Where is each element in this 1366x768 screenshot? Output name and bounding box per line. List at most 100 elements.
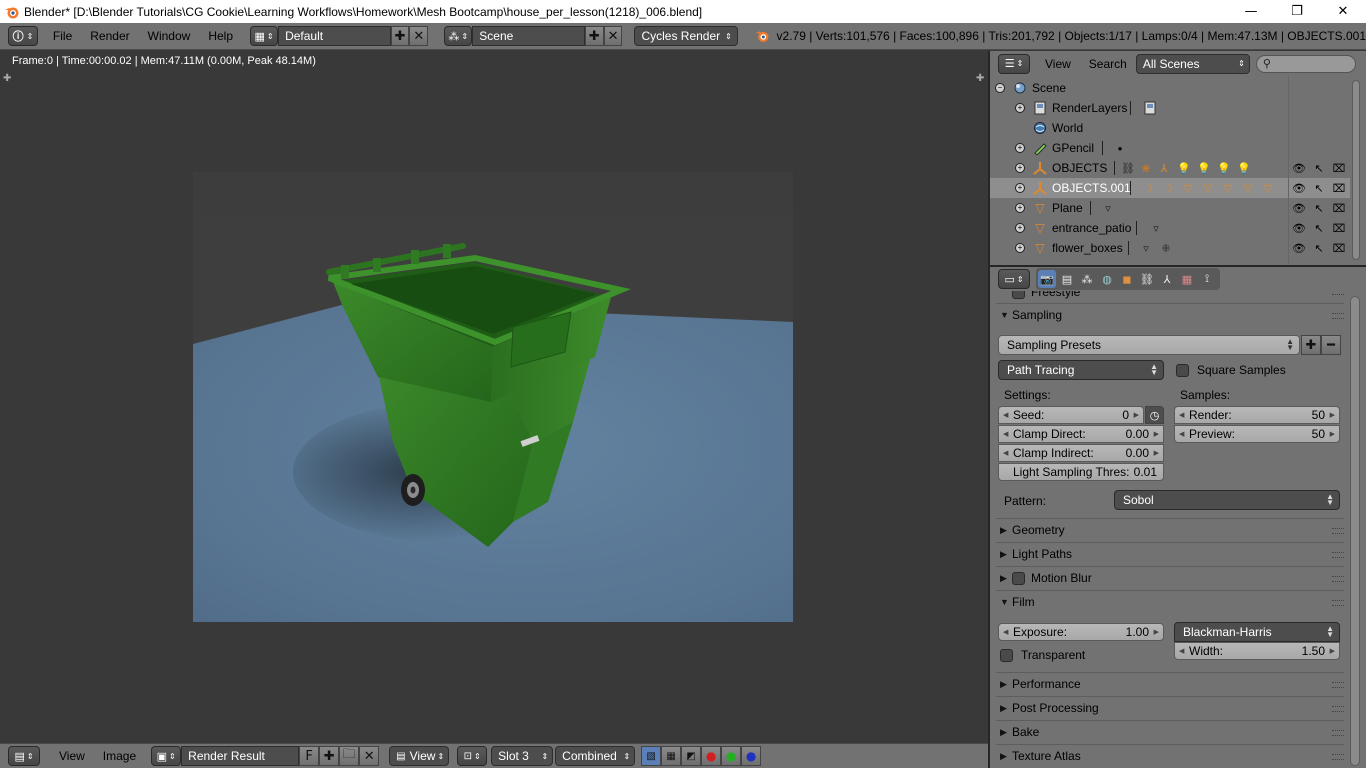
- expand-toggle-icon[interactable]: +: [1015, 143, 1025, 153]
- area-split-corner-icon[interactable]: ✚: [976, 73, 984, 84]
- menu-render[interactable]: Render: [81, 26, 138, 46]
- outliner-item-objects[interactable]: + OBJECTS ⛓ ❀ ⅄ 💡 💡 💡 💡 👁 ↖ ⌧: [990, 158, 1350, 178]
- editor-type-outliner-button[interactable]: ☰ ⇕: [998, 53, 1030, 74]
- decrement-arrow-icon[interactable]: ◀: [1003, 628, 1008, 636]
- panel-post-processing-header[interactable]: ▶ Post Processing: [1000, 698, 1099, 718]
- outliner-scrollbar[interactable]: [1352, 80, 1360, 260]
- render-samples-field[interactable]: ◀ Render: 50 ▶: [1174, 406, 1340, 424]
- increment-arrow-icon[interactable]: ▶: [1330, 647, 1335, 655]
- display-channels-z-button[interactable]: ◩: [681, 746, 702, 766]
- panel-sampling-header[interactable]: ▼ Sampling: [1000, 305, 1062, 325]
- outliner-item-entrance-patio[interactable]: + ▽ entrance_patio ▿ 👁 ↖ ⌧: [990, 218, 1350, 238]
- outliner-item-world[interactable]: World: [990, 118, 1350, 138]
- panel-drag-handle-icon[interactable]: [1332, 528, 1344, 534]
- scene-browse-button[interactable]: ⁂ ⇕: [444, 26, 473, 46]
- clamp-indirect-field[interactable]: ◀ Clamp Indirect: 0.00 ▶: [998, 444, 1164, 462]
- light-sampling-threshold-field[interactable]: Light Sampling Thres: 0.01: [998, 463, 1164, 481]
- freestyle-checkbox[interactable]: [1012, 291, 1025, 299]
- panel-geometry-header[interactable]: ▶ Geometry: [1000, 520, 1065, 540]
- area-split-corner-icon[interactable]: ✚: [3, 73, 11, 84]
- display-channels-alpha-button[interactable]: ▦: [661, 746, 682, 766]
- outliner-item-objects-001[interactable]: + OBJECTS.001 ☽ ☽ ▽ ▽ ▽ ▽ ▽ 👁 ↖ ⌧: [990, 178, 1350, 198]
- selectable-arrow-icon[interactable]: ↖: [1312, 201, 1326, 215]
- square-samples-checkbox[interactable]: [1176, 363, 1189, 377]
- expand-toggle-icon[interactable]: +: [1015, 203, 1025, 213]
- visibility-eye-icon[interactable]: 👁: [1292, 181, 1306, 195]
- properties-scrollbar[interactable]: [1350, 296, 1360, 766]
- delete-scene-button[interactable]: ✕: [603, 26, 623, 46]
- renderable-camera-icon[interactable]: ⌧: [1332, 201, 1346, 215]
- tab-world[interactable]: ◍: [1098, 270, 1116, 288]
- menu-help[interactable]: Help: [199, 26, 242, 46]
- panel-drag-handle-icon[interactable]: [1332, 291, 1344, 295]
- increment-arrow-icon[interactable]: ▶: [1154, 628, 1159, 636]
- clamp-direct-field[interactable]: ◀ Clamp Direct: 0.00 ▶: [998, 425, 1164, 443]
- tab-scene[interactable]: ⁂: [1078, 270, 1096, 288]
- panel-drag-handle-icon[interactable]: [1332, 682, 1344, 688]
- increment-arrow-icon[interactable]: ▶: [1134, 411, 1139, 419]
- decrement-arrow-icon[interactable]: ◀: [1003, 449, 1008, 457]
- editor-type-properties-button[interactable]: ▭ ⇕: [998, 269, 1030, 289]
- tab-texture[interactable]: ▦: [1178, 270, 1196, 288]
- display-channel-green-button[interactable]: ●: [721, 746, 742, 766]
- increment-arrow-icon[interactable]: ▶: [1330, 430, 1335, 438]
- outliner-item-renderlayers[interactable]: + RenderLayers: [990, 98, 1350, 118]
- selectable-arrow-icon[interactable]: ↖: [1312, 161, 1326, 175]
- renderable-camera-icon[interactable]: ⌧: [1332, 181, 1346, 195]
- outliner-item-flower-boxes[interactable]: + ▽ flower_boxes ▿ ⁜ 👁 ↖ ⌧: [990, 238, 1350, 258]
- image-browse-button[interactable]: ▣ ⇕: [151, 746, 182, 766]
- renderable-camera-icon[interactable]: ⌧: [1332, 221, 1346, 235]
- tab-object[interactable]: ◼: [1118, 270, 1136, 288]
- panel-freestyle-header[interactable]: Freestyle: [1000, 291, 1080, 302]
- outliner-item-plane[interactable]: + ▽ Plane ▿ 👁 ↖ ⌧: [990, 198, 1350, 218]
- panel-drag-handle-icon[interactable]: [1332, 600, 1344, 606]
- outliner-menu-search[interactable]: Search: [1080, 54, 1136, 74]
- tab-constraints[interactable]: ⛓: [1138, 270, 1156, 288]
- visibility-eye-icon[interactable]: 👁: [1292, 161, 1306, 175]
- panel-drag-handle-icon[interactable]: [1332, 576, 1344, 582]
- panel-performance-header[interactable]: ▶ Performance: [1000, 674, 1081, 694]
- panel-film-header[interactable]: ▼ Film: [1000, 592, 1035, 612]
- panel-drag-handle-icon[interactable]: [1332, 706, 1344, 712]
- maximize-button[interactable]: ❐: [1274, 0, 1320, 23]
- selectable-arrow-icon[interactable]: ↖: [1312, 241, 1326, 255]
- menu-window[interactable]: Window: [139, 26, 200, 46]
- decrement-arrow-icon[interactable]: ◀: [1179, 411, 1184, 419]
- animated-seed-button[interactable]: ◷: [1145, 406, 1164, 424]
- pivot-point-button[interactable]: ⊡ ⇕: [457, 746, 488, 766]
- menu-view[interactable]: View: [50, 745, 94, 767]
- open-image-button[interactable]: 🗀: [339, 746, 360, 766]
- tab-physics[interactable]: ⟟: [1198, 270, 1216, 288]
- expand-toggle-icon[interactable]: +: [1015, 243, 1025, 253]
- image-editor-viewport[interactable]: Frame:0 | Time:00:00.02 | Mem:47.11M (0.…: [0, 51, 988, 743]
- editor-type-image-button[interactable]: ▤ ⇕: [8, 746, 40, 766]
- tab-render-layers[interactable]: ▤: [1058, 270, 1076, 288]
- scene-field[interactable]: Scene: [472, 26, 585, 46]
- add-screen-button[interactable]: ✚: [390, 26, 410, 46]
- render-pass-dropdown[interactable]: Combined ⇕: [555, 746, 636, 766]
- minimize-button[interactable]: —: [1228, 0, 1274, 23]
- panel-drag-handle-icon[interactable]: [1332, 552, 1344, 558]
- decrement-arrow-icon[interactable]: ◀: [1003, 411, 1008, 419]
- pixel-filter-dropdown[interactable]: Blackman-Harris ▲ ▼: [1174, 622, 1340, 642]
- renderable-camera-icon[interactable]: ⌧: [1332, 161, 1346, 175]
- remove-preset-button[interactable]: ━: [1321, 335, 1341, 355]
- tab-object-data[interactable]: ⅄: [1158, 270, 1176, 288]
- renderable-camera-icon[interactable]: ⌧: [1332, 241, 1346, 255]
- decrement-arrow-icon[interactable]: ◀: [1179, 647, 1184, 655]
- delete-screen-button[interactable]: ✕: [409, 26, 429, 46]
- selectable-arrow-icon[interactable]: ↖: [1312, 181, 1326, 195]
- new-image-button[interactable]: ✚: [319, 746, 340, 766]
- panel-light-paths-header[interactable]: ▶ Light Paths: [1000, 544, 1072, 564]
- motion-blur-checkbox[interactable]: [1012, 571, 1025, 585]
- unlink-image-button[interactable]: ✕: [359, 746, 380, 766]
- panel-drag-handle-icon[interactable]: [1332, 754, 1344, 760]
- sampling-presets-dropdown[interactable]: Sampling Presets ▲ ▼: [998, 335, 1300, 355]
- visibility-eye-icon[interactable]: 👁: [1292, 221, 1306, 235]
- integrator-dropdown[interactable]: Path Tracing ▲ ▼: [998, 360, 1164, 380]
- pattern-dropdown[interactable]: Sobol ▲ ▼: [1114, 490, 1340, 510]
- outliner-item-scene[interactable]: − Scene: [990, 78, 1350, 98]
- menu-file[interactable]: File: [44, 26, 81, 46]
- preview-samples-field[interactable]: ◀ Preview: 50 ▶: [1174, 425, 1340, 443]
- fake-user-button[interactable]: F: [299, 746, 320, 766]
